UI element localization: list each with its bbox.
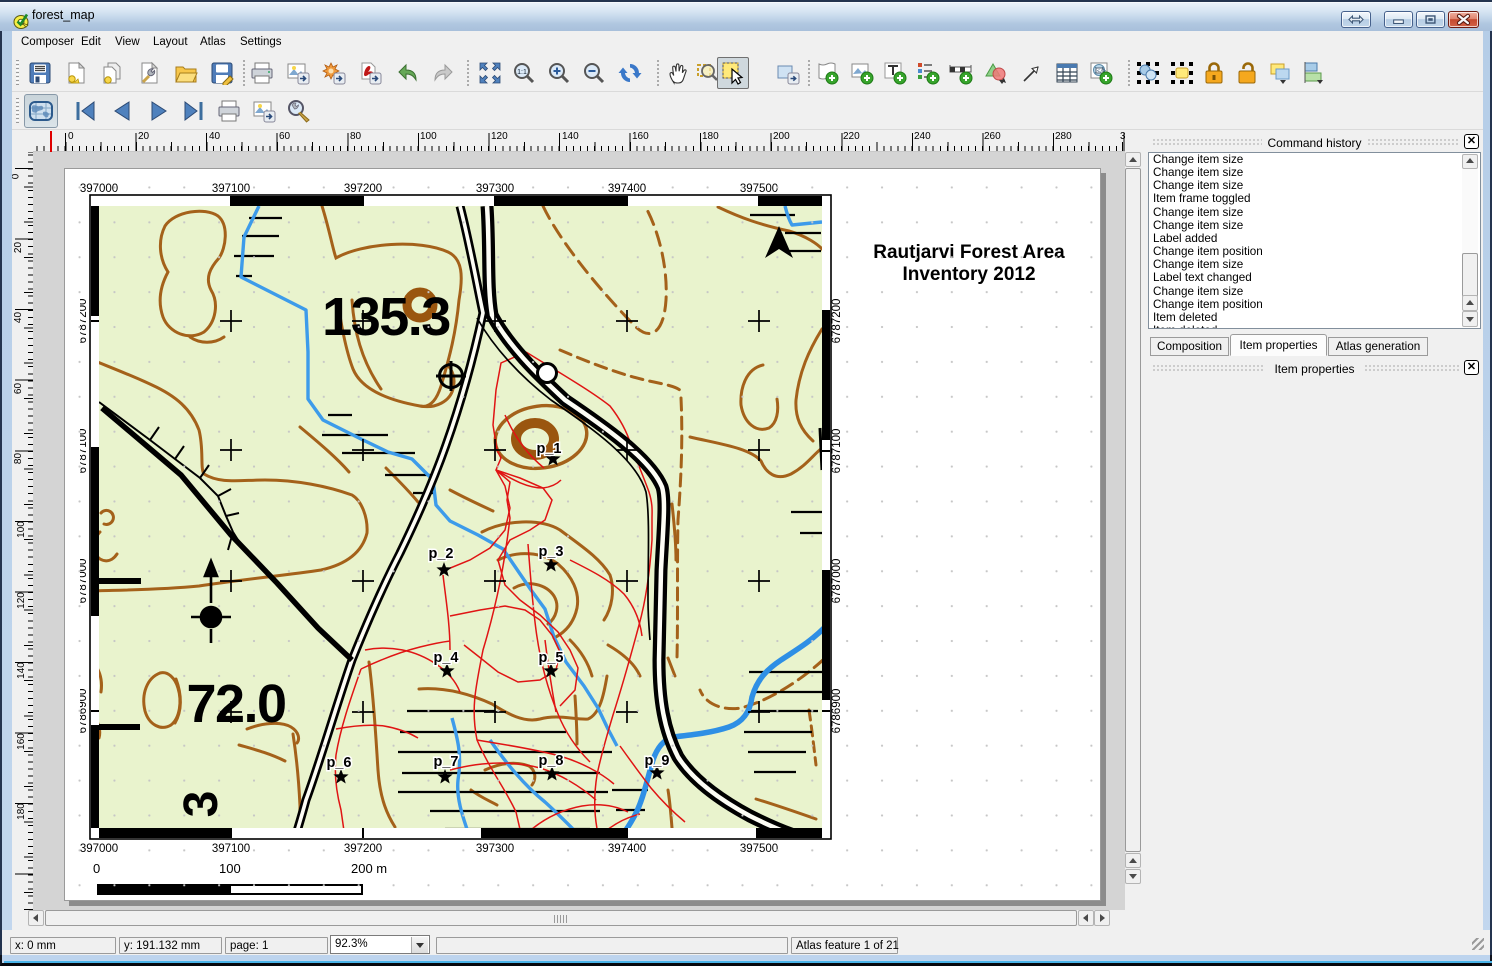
svg-text:72.0: 72.0 [186,674,285,734]
svg-text:397200: 397200 [344,843,382,855]
svg-text:6787200: 6787200 [80,299,89,344]
svg-text:p_2: p_2 [429,546,454,562]
svg-text:135.3: 135.3 [322,287,450,347]
svg-text:397300: 397300 [476,843,514,855]
svg-text:6787100: 6787100 [831,429,843,474]
svg-text:p_9: p_9 [645,753,670,769]
svg-text:p_5: p_5 [539,650,564,666]
svg-text:6787100: 6787100 [80,429,89,474]
svg-text:p_7: p_7 [434,754,459,770]
svg-text:p_6: p_6 [327,755,352,771]
svg-text:397500: 397500 [740,183,778,195]
svg-text:397300: 397300 [476,183,514,195]
svg-text:397100: 397100 [212,183,250,195]
svg-text:6786900: 6786900 [831,689,843,734]
svg-text:397000: 397000 [80,843,118,855]
svg-text:p_8: p_8 [539,753,564,769]
svg-text:397100: 397100 [212,843,250,855]
svg-text:397500: 397500 [740,843,778,855]
svg-text:6786900: 6786900 [80,689,89,734]
svg-text:3: 3 [175,791,228,818]
svg-text:397400: 397400 [608,843,646,855]
svg-text:p_3: p_3 [539,544,564,560]
svg-text:397000: 397000 [80,183,118,195]
svg-text:397200: 397200 [344,183,382,195]
svg-text:6787200: 6787200 [831,299,843,344]
svg-text:6787000: 6787000 [831,559,843,604]
svg-text:p_1: p_1 [537,441,562,457]
svg-text:6787000: 6787000 [80,559,89,604]
svg-text:1:1: 1:1 [517,69,527,76]
svg-text:397400: 397400 [608,183,646,195]
svg-text:p_4: p_4 [434,650,459,666]
